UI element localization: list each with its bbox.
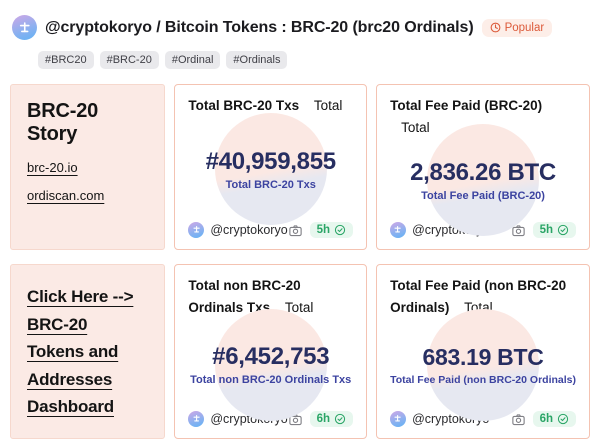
counter-card-fee-brc20: Total Fee Paid (BRC-20) Total 2,836.26 B… [376, 84, 590, 250]
story-card: BRC-20 Story brc-20.io ordiscan.com [10, 84, 165, 250]
counter-caption: Total Fee Paid (non BRC-20 Ordinals) [390, 374, 576, 386]
counter-card-brc20-txs: Total BRC-20 Txs Total #40,959,855 Total… [174, 84, 367, 250]
counter-body: #40,959,855 Total BRC-20 Txs [188, 117, 353, 222]
camera-icon[interactable] [288, 223, 303, 238]
last-updated-text: 5h [317, 224, 330, 236]
story-card-title: BRC-20 Story [27, 100, 148, 146]
page-title: @cryptokoryo / Bitcoin Tokens : BRC-20 (… [45, 19, 474, 37]
counter-value: 683.19 BTC [390, 344, 576, 371]
counter-card-fee-non-brc20: Total Fee Paid (non BRC-20 Ordinals) Tot… [376, 264, 590, 439]
last-updated-text: 6h [540, 413, 553, 425]
dashboard-header: @cryptokoryo / Bitcoin Tokens : BRC-20 (… [12, 15, 588, 40]
check-circle-icon [334, 224, 346, 236]
tag-ordinals[interactable]: #Ordinals [226, 51, 287, 69]
counter-value: #6,452,753 [190, 343, 351, 371]
check-circle-icon [557, 413, 569, 425]
last-updated-text: 5h [540, 224, 553, 236]
tag-brc-20[interactable]: #BRC-20 [100, 51, 159, 69]
last-updated-pill[interactable]: 6h [310, 411, 353, 427]
user-avatar-icon[interactable] [12, 15, 37, 40]
author-avatar-icon [188, 222, 204, 238]
widget-series-label: Total [314, 98, 343, 113]
author-avatar-icon [390, 222, 406, 238]
widget-title-text: Total non BRC-20 Ordinals Txs [188, 278, 300, 315]
counter-caption: Total Fee Paid (BRC-20) [410, 190, 556, 202]
counter-card-non-brc20-txs: Total non BRC-20 Ordinals Txs Total #6,4… [174, 264, 367, 439]
counter-value: 2,836.26 BTC [410, 159, 556, 187]
last-updated-text: 6h [317, 413, 330, 425]
link-brc-20-io[interactable]: brc-20.io [27, 160, 148, 175]
counter-caption: Total BRC-20 Txs [206, 179, 336, 191]
clock-icon [490, 22, 501, 33]
author-avatar-icon [390, 411, 406, 427]
check-circle-icon [334, 413, 346, 425]
cta-dashboard-link[interactable]: Click Here --> BRC-20 Tokens and Address… [27, 283, 148, 421]
tag-ordinal[interactable]: #Ordinal [165, 51, 221, 69]
check-circle-icon [557, 224, 569, 236]
last-updated-pill[interactable]: 6h [533, 411, 576, 427]
link-ordiscan[interactable]: ordiscan.com [27, 188, 148, 203]
last-updated-pill[interactable]: 5h [533, 222, 576, 238]
tag-list: #BRC20 #BRC-20 #Ordinal #Ordinals [38, 51, 588, 69]
last-updated-pill[interactable]: 5h [310, 222, 353, 238]
counter-body: 683.19 BTC Total Fee Paid (non BRC-20 Or… [390, 318, 576, 411]
popular-badge: Popular [482, 19, 553, 37]
widget-grid: BRC-20 Story brc-20.io ordiscan.com Tota… [10, 84, 590, 439]
counter-body: 2,836.26 BTC Total Fee Paid (BRC-20) [390, 138, 576, 222]
cta-card: Click Here --> BRC-20 Tokens and Address… [10, 264, 165, 439]
widget-title-text: Total Fee Paid (BRC-20) [390, 98, 542, 113]
author-handle: @cryptokoryo [210, 223, 287, 237]
popular-badge-label: Popular [505, 22, 545, 34]
tag-brc20[interactable]: #BRC20 [38, 51, 94, 69]
counter-caption: Total non BRC-20 Ordinals Txs [190, 374, 351, 386]
widget-title-text: Total BRC-20 Txs [188, 98, 299, 113]
camera-icon[interactable] [511, 412, 526, 427]
widget-series-label: Total [401, 120, 430, 135]
counter-body: #6,452,753 Total non BRC-20 Ordinals Txs [188, 318, 353, 411]
author-avatar-icon [188, 411, 204, 427]
counter-value: #40,959,855 [206, 148, 336, 176]
